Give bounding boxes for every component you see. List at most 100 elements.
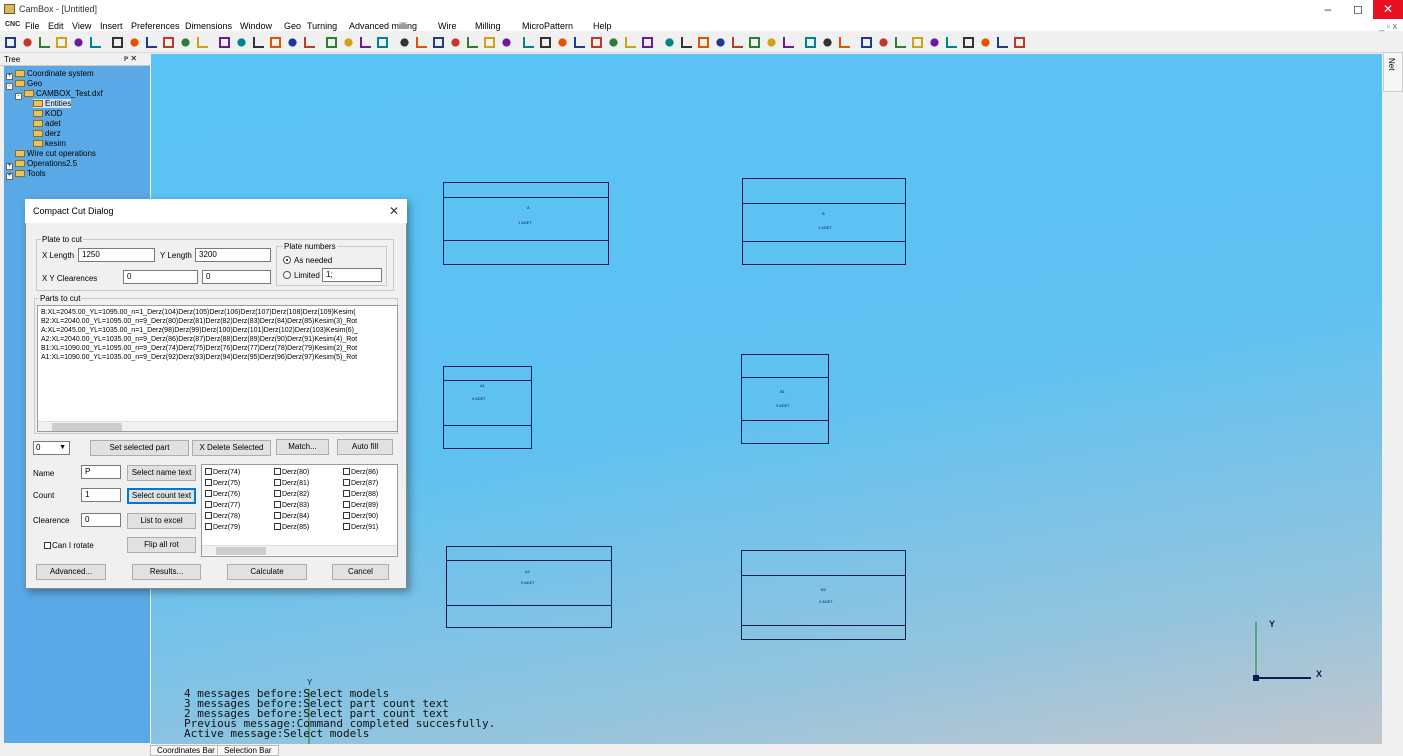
list-item[interactable]: B1:XL=1090.00_YL=1095.00_n=9_Derz(74)Der… [41,345,357,352]
view-side-icon[interactable] [197,37,208,48]
tree-node-tools[interactable]: + Tools [6,169,46,180]
derz-checkbox[interactable]: Derz(82) [274,490,309,498]
menu-micropattern[interactable]: MicroPattern [522,21,573,31]
results-button[interactable]: Results... [132,564,201,580]
part-index-combo[interactable]: 0 ▼ [33,441,70,455]
grid2-icon[interactable] [895,37,906,48]
menu-geo[interactable]: Geo [284,21,301,31]
list-item[interactable]: A1:XL=1090.00_YL=1035.00_n=9_Derz(92)Der… [41,354,357,361]
can-rotate-checkbox[interactable]: Can I rotate [44,541,94,550]
layers2-icon[interactable] [288,38,297,47]
snap-icon[interactable] [467,37,478,48]
menu-edit[interactable]: Edit [48,21,64,31]
clearence-y-input[interactable]: 0 [202,270,271,284]
view-top-icon[interactable] [219,37,230,48]
x-length-input[interactable]: 1250 [78,248,155,262]
list-item[interactable]: B:XL=2045.00_YL=1095.00_n=1_Derz(104)Der… [41,309,356,316]
view-front-icon[interactable] [181,38,190,47]
new-icon[interactable] [5,37,16,48]
checkbox-icon[interactable] [205,490,212,497]
scroll-thumb[interactable] [216,547,266,555]
zoom-icon[interactable] [146,37,157,48]
parts-list[interactable]: B:XL=2045.00_YL=1095.00_n=1_Derz(104)Der… [37,305,398,432]
menu-advanced-milling[interactable]: Advanced milling [349,21,417,31]
arrows-icon[interactable] [90,37,101,48]
help-icon[interactable] [74,38,83,47]
list-icon[interactable] [377,37,388,48]
checkbox-icon[interactable] [274,490,281,497]
part-b2[interactable]: B2 9 ADET [741,550,906,640]
maximize-button[interactable]: ◻ [1343,0,1373,19]
angle-icon[interactable] [732,37,743,48]
clearence-input[interactable]: 0 [81,513,121,527]
list-item[interactable]: B2:XL=2040.00_YL=1095.00_n=9_Derz(80)Der… [41,318,357,325]
color-wheel-icon[interactable] [344,38,353,47]
checkbox-icon[interactable] [343,479,350,486]
checkbox-icon[interactable] [205,468,212,475]
chain-icon[interactable] [665,38,674,47]
part-a[interactable]: A 1 ADET [443,182,609,265]
tool2-icon[interactable] [930,38,939,47]
derz-checkbox[interactable]: Derz(80) [274,468,309,476]
checkbox-icon[interactable] [343,468,350,475]
layers-icon[interactable] [270,37,281,48]
checkbox-icon[interactable] [274,468,281,475]
checkbox-icon[interactable] [274,523,281,530]
menu-insert[interactable]: Insert [100,21,123,31]
dot-red-icon[interactable] [805,37,816,48]
tool3-icon[interactable] [946,37,957,48]
checkbox-icon[interactable] [205,479,212,486]
derz-scrollbar[interactable] [202,545,397,555]
circle-icon[interactable] [540,37,551,48]
derz-checkbox[interactable]: Derz(91) [343,523,378,531]
checkbox-icon[interactable] [274,479,281,486]
save-icon[interactable] [39,37,50,48]
bar3-icon[interactable] [861,37,872,48]
checkbox-icon[interactable] [205,523,212,530]
derz-checkbox[interactable]: Derz(75) [205,479,240,487]
cut-icon[interactable] [163,37,174,48]
tool1-icon[interactable] [912,37,923,48]
menu-icon[interactable] [997,37,1008,48]
tree-node-kod[interactable]: KOD [33,109,62,118]
collapse-icon[interactable]: - [15,93,22,100]
derz-checkbox[interactable]: Derz(78) [205,512,240,520]
tree-node-derz[interactable]: derz [33,129,61,138]
menu-file[interactable]: File [25,21,40,31]
count-input[interactable]: 1 [81,488,121,502]
coordinates-bar-tab[interactable]: Coordinates Bar [150,745,222,756]
checkbox-icon[interactable] [205,501,212,508]
spiral-icon[interactable] [749,37,760,48]
as-needed-radio[interactable] [283,256,291,264]
menu-help[interactable]: Help [593,21,612,31]
delete-selected-button[interactable]: X Delete Selected [192,440,271,456]
derz-checkbox[interactable]: Derz(86) [343,468,378,476]
table-icon[interactable] [1014,37,1025,48]
chamfer-icon[interactable] [716,38,725,47]
open-icon[interactable] [23,38,32,47]
derz-checkbox[interactable]: Derz(77) [205,501,240,509]
list-item[interactable]: A:XL=2045.00_YL=1035.00_n=1_Derz(98)Derz… [41,327,358,334]
mirror-icon[interactable] [304,37,315,48]
derz-checkbox[interactable]: Derz(83) [274,501,309,509]
scroll-thumb[interactable] [52,423,122,431]
dialog-close-icon[interactable]: ✕ [389,204,399,218]
part-b[interactable]: B 1 ADET [742,178,906,265]
derz-checkbox[interactable]: Derz(90) [343,512,378,520]
expand-icon[interactable]: + [6,173,13,180]
list-to-excel-button[interactable]: List to excel [127,513,196,529]
derz-checkbox[interactable]: Derz(81) [274,479,309,487]
select-name-text-button[interactable]: Select name text [127,465,196,481]
arrow-icon[interactable] [981,38,990,47]
minimize-button[interactable]: – [1313,0,1343,19]
round-icon[interactable] [681,37,692,48]
line-icon[interactable] [523,37,534,48]
fillet-icon[interactable] [574,37,585,48]
set-selected-part-button[interactable]: Set selected part [90,440,189,456]
derz-checkbox[interactable]: Derz(89) [343,501,378,509]
checkbox-icon[interactable] [343,523,350,530]
derz-checkbox[interactable]: Derz(76) [205,490,240,498]
menu-milling[interactable]: Milling [475,21,501,31]
offset-icon[interactable] [698,37,709,48]
ellipse-icon[interactable] [767,38,776,47]
